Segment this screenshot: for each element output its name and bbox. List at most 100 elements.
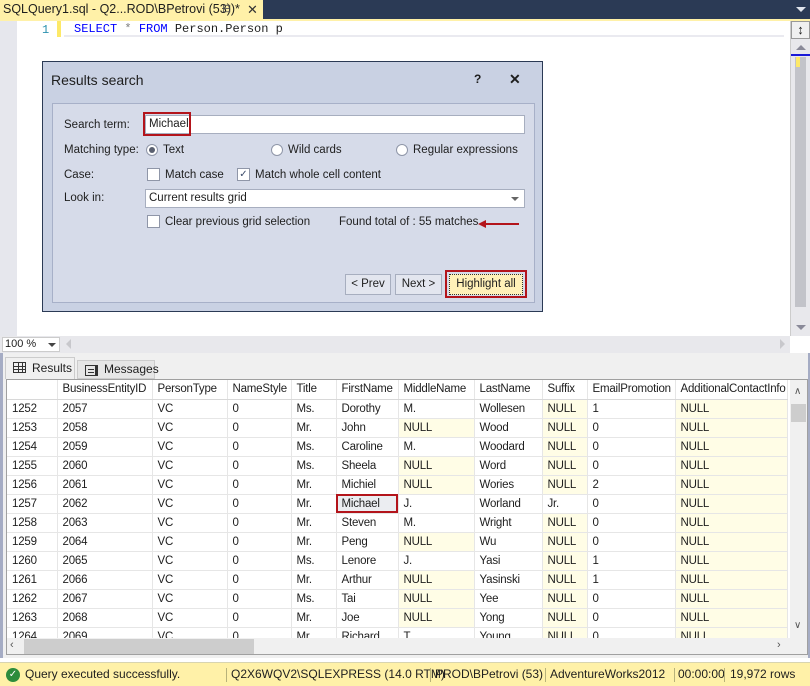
grid-cell[interactable]: 0 bbox=[587, 418, 676, 438]
grid-cell[interactable]: NULL bbox=[675, 532, 788, 552]
grid-cell[interactable]: NULL bbox=[542, 513, 588, 533]
grid-cell[interactable]: NULL bbox=[675, 608, 788, 628]
grid-cell[interactable]: 0 bbox=[227, 532, 292, 552]
grid-cell[interactable]: Wright bbox=[474, 513, 543, 533]
grid-cell[interactable]: NULL bbox=[542, 608, 588, 628]
grid-cell[interactable]: 0 bbox=[227, 570, 292, 590]
grid-cell[interactable]: 0 bbox=[587, 608, 676, 628]
clear-selection-checkbox[interactable] bbox=[147, 215, 160, 228]
row-number-cell[interactable]: 1257 bbox=[7, 494, 58, 514]
grid-cell[interactable]: NULL bbox=[675, 494, 788, 514]
editor-vertical-scrollbar[interactable]: ↕ bbox=[790, 21, 810, 336]
table-row[interactable]: 1263 2068 VC 0 Mr. Joe NULL Yong NULL 0 NULL bbox=[7, 608, 788, 628]
grid-cell[interactable]: 0 bbox=[587, 589, 676, 609]
grid-cell[interactable]: NULL bbox=[675, 437, 788, 457]
grid-cell[interactable]: Mr. bbox=[291, 418, 337, 438]
grid-cell[interactable]: Michiel bbox=[336, 475, 399, 495]
grid-cell[interactable]: Steven bbox=[336, 513, 399, 533]
grid-cell[interactable]: 2057 bbox=[57, 399, 153, 419]
grid-cell[interactable]: 2066 bbox=[57, 570, 153, 590]
grid-cell[interactable]: NULL bbox=[398, 418, 475, 438]
row-number-cell[interactable]: 1262 bbox=[7, 589, 58, 609]
grid-cell[interactable]: Mr. bbox=[291, 570, 337, 590]
scroll-down-icon[interactable]: ∨ bbox=[794, 620, 801, 631]
grid-cell[interactable]: NULL bbox=[398, 608, 475, 628]
grid-cell[interactable]: NULL bbox=[542, 589, 588, 609]
radio-regular-expressions[interactable] bbox=[396, 144, 408, 156]
highlight-all-button[interactable]: Highlight all bbox=[449, 274, 523, 295]
search-term-input[interactable]: Michael bbox=[145, 115, 525, 134]
grid-cell[interactable]: Yasi bbox=[474, 551, 543, 571]
grid-cell[interactable]: Yong bbox=[474, 608, 543, 628]
grid-cell[interactable]: NULL bbox=[675, 399, 788, 419]
scroll-up-icon[interactable] bbox=[796, 45, 806, 50]
scroll-right-icon[interactable] bbox=[780, 339, 785, 349]
grid-cell[interactable]: NULL bbox=[542, 475, 588, 495]
grid-cell[interactable]: 0 bbox=[587, 532, 676, 552]
scroll-down-icon[interactable] bbox=[796, 325, 806, 330]
grid-cell[interactable]: NULL bbox=[675, 570, 788, 590]
grid-cell[interactable]: 0 bbox=[227, 418, 292, 438]
radio-wild-cards[interactable] bbox=[271, 144, 283, 156]
grid-cell[interactable]: M. bbox=[398, 513, 475, 533]
row-number-cell[interactable]: 1263 bbox=[7, 608, 58, 628]
grid-cell[interactable]: 0 bbox=[227, 399, 292, 419]
row-number-cell[interactable]: 1261 bbox=[7, 570, 58, 590]
scroll-right-icon[interactable]: › bbox=[777, 639, 781, 651]
table-row[interactable]: 1252 2057 VC 0 Ms. Dorothy M. Wollesen NULL 1 NULL bbox=[7, 399, 788, 419]
grid-cell[interactable]: 2059 bbox=[57, 437, 153, 457]
grid-cell[interactable]: J. bbox=[398, 494, 475, 514]
grid-cell[interactable]: VC bbox=[152, 608, 228, 628]
grid-cell[interactable]: 2058 bbox=[57, 418, 153, 438]
grid-cell[interactable]: NULL bbox=[542, 551, 588, 571]
table-row[interactable]: 1254 2059 VC 0 Ms. Caroline M. Woodard NULL 0 NULL bbox=[7, 437, 788, 457]
row-number-cell[interactable]: 1258 bbox=[7, 513, 58, 533]
grid-cell[interactable]: 0 bbox=[227, 513, 292, 533]
grid-cell[interactable]: VC bbox=[152, 551, 228, 571]
grid-cell[interactable]: 1 bbox=[587, 399, 676, 419]
help-button[interactable]: ? bbox=[474, 72, 481, 86]
grid-cell[interactable]: Mr. bbox=[291, 513, 337, 533]
pin-icon[interactable]: ⊟ bbox=[222, 0, 231, 19]
row-number-cell[interactable]: 1252 bbox=[7, 399, 58, 419]
table-row[interactable]: 1259 2064 VC 0 Mr. Peng NULL Wu NULL 0 NULL bbox=[7, 532, 788, 552]
grid-cell[interactable]: 1 bbox=[587, 551, 676, 571]
grid-cell[interactable]: 2064 bbox=[57, 532, 153, 552]
grid-cell[interactable]: 0 bbox=[587, 456, 676, 476]
grid-cell[interactable]: NULL bbox=[675, 418, 788, 438]
row-number-header[interactable] bbox=[7, 380, 58, 400]
grid-cell[interactable]: NULL bbox=[398, 589, 475, 609]
column-header[interactable]: AdditionalContactInfo bbox=[675, 380, 788, 400]
match-whole-cell-checkbox[interactable]: ✓ bbox=[237, 168, 250, 181]
grid-cell[interactable]: Worland bbox=[474, 494, 543, 514]
grid-cell[interactable]: 0 bbox=[227, 608, 292, 628]
scroll-thumb[interactable] bbox=[791, 404, 806, 422]
grid-cell[interactable]: 0 bbox=[227, 475, 292, 495]
grid-cell[interactable]: Ms. bbox=[291, 551, 337, 571]
scroll-track[interactable] bbox=[795, 57, 806, 307]
grid-cell[interactable]: Yasinski bbox=[474, 570, 543, 590]
column-header[interactable]: NameStyle bbox=[227, 380, 292, 400]
table-row[interactable]: 1261 2066 VC 0 Mr. Arthur NULL Yasinski NULL 1 NUL… bbox=[7, 570, 788, 590]
query-editor[interactable]: 1 SELECT * FROM Person.Person p ↕ Result… bbox=[0, 21, 810, 336]
table-row[interactable]: 1255 2060 VC 0 Ms. Sheela NULL Word NULL 0 NULL bbox=[7, 456, 788, 476]
column-header[interactable]: PersonType bbox=[152, 380, 228, 400]
grid-cell[interactable]: 2062 bbox=[57, 494, 153, 514]
grid-cell[interactable]: Wories bbox=[474, 475, 543, 495]
grid-cell[interactable]: NULL bbox=[542, 532, 588, 552]
grid-cell[interactable]: VC bbox=[152, 532, 228, 552]
grid-cell[interactable]: NULL bbox=[675, 513, 788, 533]
grid-cell[interactable]: Wu bbox=[474, 532, 543, 552]
grid-cell[interactable]: VC bbox=[152, 570, 228, 590]
grid-cell[interactable]: 0 bbox=[587, 513, 676, 533]
grid-cell[interactable]: M. bbox=[398, 399, 475, 419]
grid-cell[interactable]: 1 bbox=[587, 570, 676, 590]
grid-cell[interactable]: NULL bbox=[675, 456, 788, 476]
grid-cell[interactable]: VC bbox=[152, 418, 228, 438]
grid-cell[interactable]: 2060 bbox=[57, 456, 153, 476]
grid-cell[interactable]: NULL bbox=[398, 456, 475, 476]
grid-cell[interactable]: NULL bbox=[542, 399, 588, 419]
tab-results[interactable]: Results bbox=[5, 357, 75, 379]
table-row[interactable]: 1258 2063 VC 0 Mr. Steven M. Wright NULL 0 NULL bbox=[7, 513, 788, 533]
grid-cell[interactable]: John bbox=[336, 418, 399, 438]
